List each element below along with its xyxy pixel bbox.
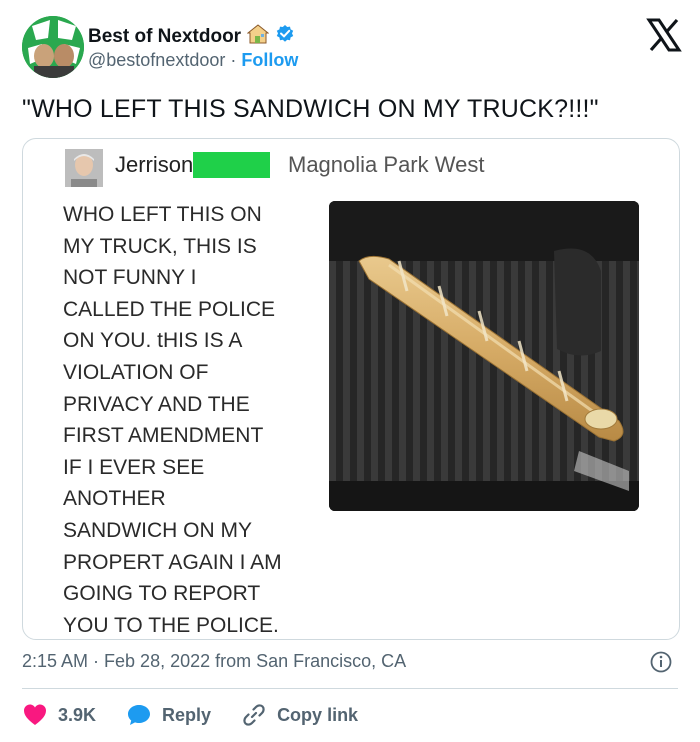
post-line: FIRST AMENDMENT (63, 424, 264, 448)
reply-label: Reply (162, 704, 212, 725)
verified-badge-icon (275, 24, 295, 49)
speech-bubble-icon (128, 705, 151, 725)
post-line: NOT FUNNY I (63, 266, 197, 290)
copy-link-label: Copy link (277, 704, 359, 725)
post-line: CALLED THE POLICE (63, 297, 276, 321)
post-line: SANDWICH ON MY (63, 518, 252, 542)
tweet-timestamp[interactable]: 2:15 AM · Feb 28, 2022 from San Francisc… (22, 651, 406, 672)
post-body: WHO LEFT THIS ON MY TRUCK, THIS IS NOT F… (63, 199, 323, 639)
heart-icon (24, 704, 46, 725)
tweet-media[interactable]: Jerrison Magnolia Park West WHO LEFT THI… (22, 138, 680, 640)
copy-link-button[interactable]: Copy link (241, 702, 358, 728)
post-line: MY TRUCK, THIS IS (63, 234, 257, 258)
tweet-text: "WHO LEFT THIS SANDWICH ON MY TRUCK?!!!" (22, 95, 599, 123)
divider (22, 688, 678, 689)
house-emoji-icon (246, 24, 270, 49)
account-avatar[interactable] (22, 16, 84, 78)
x-logo-icon[interactable] (646, 18, 682, 52)
post-line: VIOLATION OF (63, 360, 209, 384)
link-icon (243, 704, 265, 726)
post-line: YOU TO THE POLICE. (63, 613, 279, 637)
tweet-header: Best of Nextdoor @bestofnextdoor · Follo… (22, 16, 682, 80)
sandwich-on-truck-photo (329, 201, 639, 511)
post-neighborhood: Magnolia Park West (288, 152, 485, 177)
post-line: ON YOU. tHIS IS A (63, 329, 243, 353)
post-line: WHO LEFT THIS ON (63, 203, 262, 226)
post-line: IF I EVER SEE (63, 455, 205, 479)
follow-button[interactable]: Follow (241, 50, 298, 71)
post-author-avatar (65, 149, 103, 187)
post-line: ANOTHER (63, 487, 166, 511)
action-bar: 3.9K Reply Copy link (22, 702, 388, 728)
display-name[interactable]: Best of Nextdoor (88, 26, 241, 48)
post-line: PROPERT AGAIN I AM (63, 550, 282, 574)
info-icon[interactable] (650, 651, 672, 673)
post-line: PRIVACY AND THE (63, 392, 250, 416)
redaction-bar (193, 152, 271, 178)
like-count: 3.9K (58, 704, 97, 725)
account-handle[interactable]: @bestofnextdoor (88, 50, 225, 71)
separator-dot: · (230, 50, 237, 70)
reply-button[interactable]: Reply (126, 702, 211, 728)
like-button[interactable]: 3.9K (22, 702, 96, 728)
post-line: GOING TO REPORT (63, 582, 261, 606)
post-author-name: Jerrison (115, 152, 194, 177)
